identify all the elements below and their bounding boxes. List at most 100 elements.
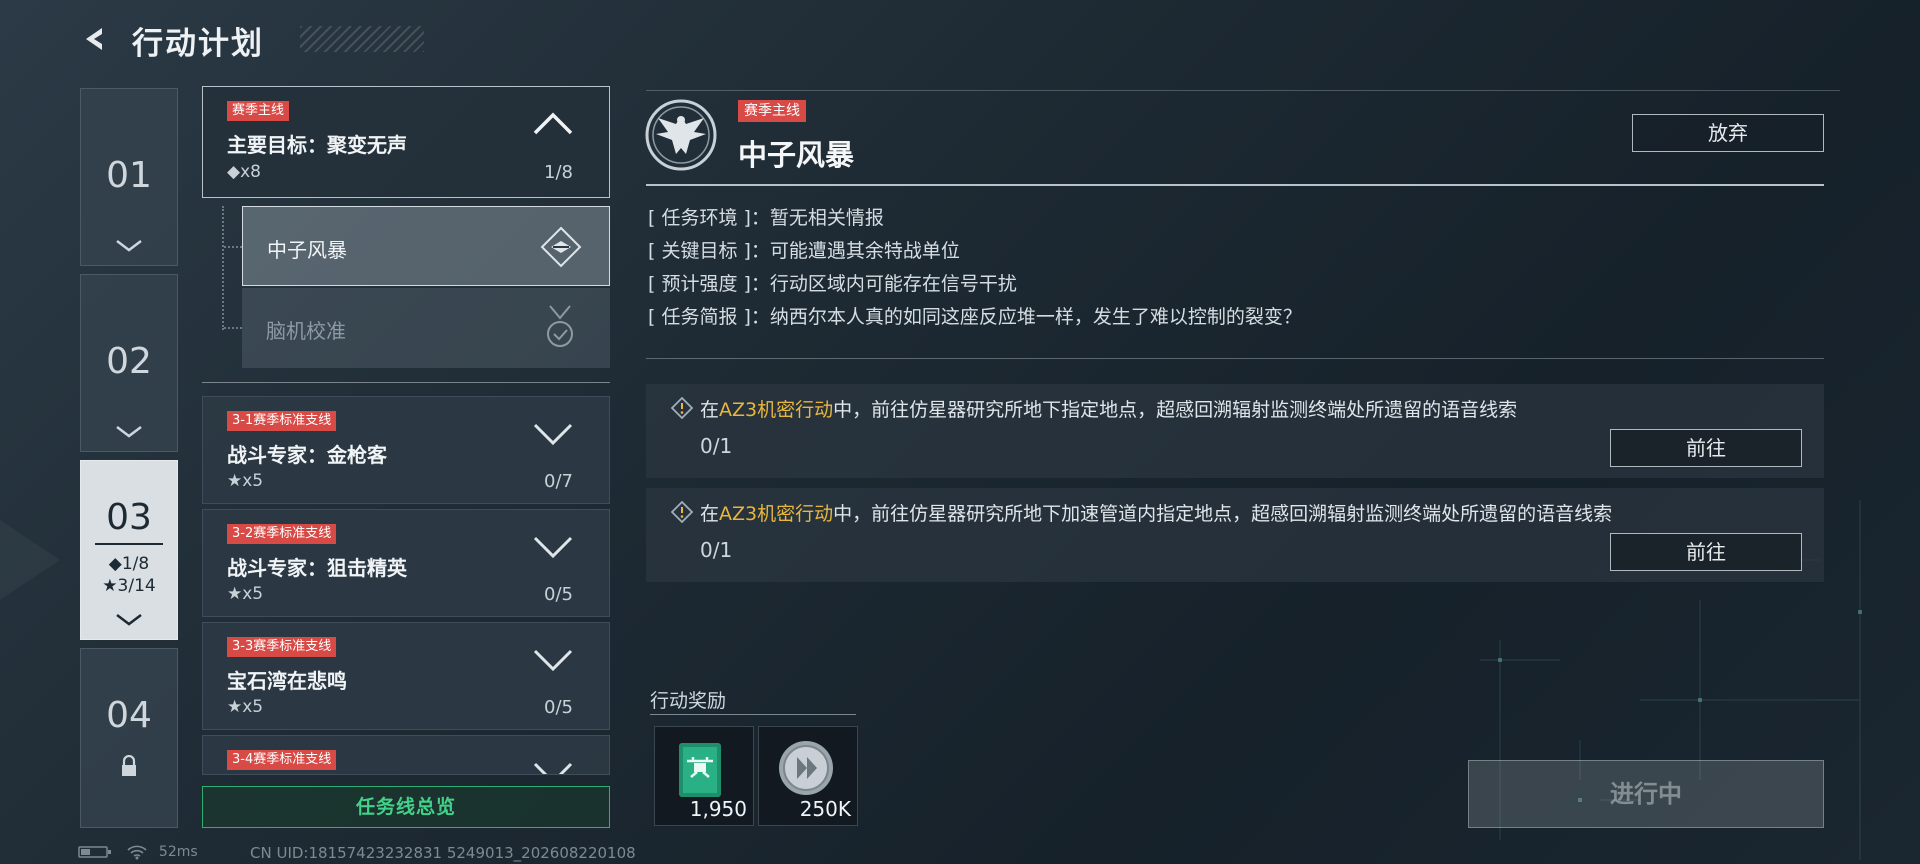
- chevron-down-icon[interactable]: [531, 645, 575, 675]
- battery-icon: [78, 846, 111, 858]
- task-description: 在AZ3机密行动中，前往仿星器研究所地下加速管道内指定地点，超感回溯辐射监测终端…: [700, 499, 1612, 526]
- mission-title: 主要目标：聚变无声: [227, 133, 407, 157]
- goto-button[interactable]: 前往: [1610, 429, 1802, 467]
- silver-coin-icon: [779, 741, 833, 795]
- chevron-up-icon[interactable]: [531, 109, 575, 139]
- diamond-progress: ◆1/8: [108, 554, 150, 574]
- chapter-tab-02[interactable]: 02: [80, 274, 178, 452]
- status-bar: 52ms: [78, 844, 198, 860]
- mission-reward: ◆x8: [227, 162, 261, 182]
- chapter-tab-04[interactable]: 04: [80, 648, 178, 828]
- chevron-down-icon[interactable]: [531, 532, 575, 562]
- branch-mission-card[interactable]: 3-2赛季标准支线 战斗专家：狙击精英 ★x5 0/5: [202, 509, 610, 617]
- drone-card-icon: [679, 743, 721, 797]
- info-briefing: [ 任务简报 ]：纳西尔本人真的如同这座反应堆一样，发生了难以控制的裂变？: [648, 302, 1302, 329]
- chapter-number: 04: [106, 695, 152, 736]
- mission-tag: 赛季主线: [227, 101, 290, 121]
- info-key: [ 关键目标 ]：: [648, 240, 770, 262]
- back-button[interactable]: [78, 22, 112, 56]
- reward-item[interactable]: 1,950: [654, 726, 754, 826]
- in-progress-button: 进行中: [1468, 760, 1824, 828]
- mission-progress: 0/5: [544, 584, 573, 605]
- mission-progress: 1/8: [544, 162, 573, 183]
- tree-connector: [222, 206, 224, 330]
- info-environment: [ 任务环境 ]：暂无相关情报: [648, 203, 884, 230]
- tree-connector: [224, 246, 242, 248]
- mission-detail-title: 中子风暴: [738, 138, 855, 172]
- chapter-number: 02: [106, 341, 152, 382]
- mission-tag: 3-4赛季标准支线: [227, 750, 337, 770]
- sub-mission-neutron-storm[interactable]: 中子风暴: [242, 206, 610, 286]
- panel-top-line: [646, 90, 1840, 91]
- chevron-down-icon[interactable]: [531, 419, 575, 449]
- reward-item[interactable]: 250K: [758, 726, 858, 826]
- page-title: 行动计划: [132, 26, 264, 62]
- task-prefix: 在: [700, 399, 720, 421]
- hint-diamond-icon: [670, 500, 694, 524]
- chevron-down-icon: [81, 612, 177, 631]
- sub-mission-brain-calibration[interactable]: 脑机校准: [242, 288, 610, 368]
- task-item: 在AZ3机密行动中，前往仿星器研究所地下指定地点，超感回溯辐射监测终端处所遗留的…: [646, 384, 1824, 478]
- medal-check-icon: [547, 305, 573, 347]
- hint-diamond-icon: [670, 396, 694, 420]
- list-divider: [202, 382, 610, 383]
- mission-progress: 0/5: [544, 697, 573, 718]
- chapter-number: 01: [106, 155, 152, 196]
- task-description: 在AZ3机密行动中，前往仿星器研究所地下指定地点，超感回溯辐射监测终端处所遗留的…: [700, 395, 1517, 422]
- task-location-link: AZ3机密行动: [719, 503, 834, 525]
- tree-connector: [224, 327, 242, 329]
- task-item: 在AZ3机密行动中，前往仿星器研究所地下加速管道内指定地点，超感回溯辐射监测终端…: [646, 488, 1824, 582]
- branch-mission-card[interactable]: 3-4赛季标准支线: [202, 735, 610, 775]
- mission-title: 战斗专家：狙击精英: [227, 556, 407, 580]
- chapter-tab-03[interactable]: 03 ◆1/8 ★3/14: [80, 460, 178, 640]
- mission-tag: 3-2赛季标准支线: [227, 524, 337, 544]
- task-suffix: 中，前往仿星器研究所地下加速管道内指定地点，超感回溯辐射监测终端处所遗留的语音线…: [833, 503, 1613, 525]
- rewards-label: 行动奖励: [650, 690, 727, 712]
- mission-reward: ★x5: [227, 697, 264, 717]
- target-diamond-icon: [540, 226, 582, 268]
- info-value: 可能遭遇其余特战单位: [769, 240, 960, 262]
- abandon-button[interactable]: 放弃: [1632, 114, 1824, 152]
- info-intensity: [ 预计强度 ]：行动区域内可能存在信号干扰: [648, 269, 1017, 296]
- mission-tag: 3-3赛季标准支线: [227, 637, 337, 657]
- sub-mission-label: 中子风暴: [267, 238, 347, 262]
- info-value: 纳西尔本人真的如同这座反应堆一样，发生了难以控制的裂变？: [769, 306, 1302, 328]
- title-decoration: [300, 26, 424, 52]
- lock-icon: [81, 754, 177, 781]
- info-key-target: [ 关键目标 ]：可能遭遇其余特战单位: [648, 236, 960, 263]
- chapter-tab-01[interactable]: 01: [80, 88, 178, 266]
- detail-divider: [646, 358, 1824, 359]
- info-value: 行动区域内可能存在信号干扰: [769, 273, 1017, 295]
- branch-mission-card[interactable]: 3-3赛季标准支线 宝石湾在悲鸣 ★x5 0/5: [202, 622, 610, 730]
- chevron-down-icon: [81, 238, 177, 257]
- info-key: [ 任务简报 ]：: [648, 306, 770, 328]
- chapter-divider: [95, 543, 163, 545]
- sub-mission-label: 脑机校准: [266, 319, 346, 343]
- task-location-link: AZ3机密行动: [719, 399, 834, 421]
- mission-title: 宝石湾在悲鸣: [227, 669, 347, 693]
- goto-button[interactable]: 前往: [1610, 533, 1802, 571]
- mission-reward: ★x5: [227, 584, 264, 604]
- chapter-number: 03: [106, 497, 152, 538]
- ping-value: 52ms: [158, 844, 198, 860]
- chapter-progress: ◆1/8 ★3/14: [81, 553, 177, 597]
- mission-reward: ★x5: [227, 471, 264, 491]
- chevron-down-icon: [81, 424, 177, 443]
- info-value: 暂无相关情报: [769, 207, 884, 229]
- detail-divider: [646, 184, 1824, 186]
- mission-tag: 3-1赛季标准支线: [227, 411, 337, 431]
- main-mission-card[interactable]: 赛季主线 主要目标：聚变无声 ◆x8 1/8: [202, 86, 610, 198]
- star-progress: ★3/14: [102, 576, 156, 596]
- eagle-emblem-icon: [645, 99, 717, 171]
- back-arrow-icon: [86, 28, 102, 50]
- user-uid: CN UID:18157423232831 5249013_2026082201…: [250, 844, 636, 862]
- mission-overview-button[interactable]: 任务线总览: [202, 786, 610, 828]
- task-suffix: 中，前往仿星器研究所地下指定地点，超感回溯辐射监测终端处所遗留的语音线索: [833, 399, 1518, 421]
- reward-value: 1,950: [689, 797, 747, 821]
- rewards-divider: [650, 714, 856, 715]
- branch-mission-card[interactable]: 3-1赛季标准支线 战斗专家：金枪客 ★x5 0/7: [202, 396, 610, 504]
- chevron-down-icon[interactable]: [531, 758, 575, 774]
- mission-progress: 0/7: [544, 471, 573, 492]
- reward-value: 250K: [799, 797, 851, 821]
- task-count: 0/1: [700, 538, 733, 562]
